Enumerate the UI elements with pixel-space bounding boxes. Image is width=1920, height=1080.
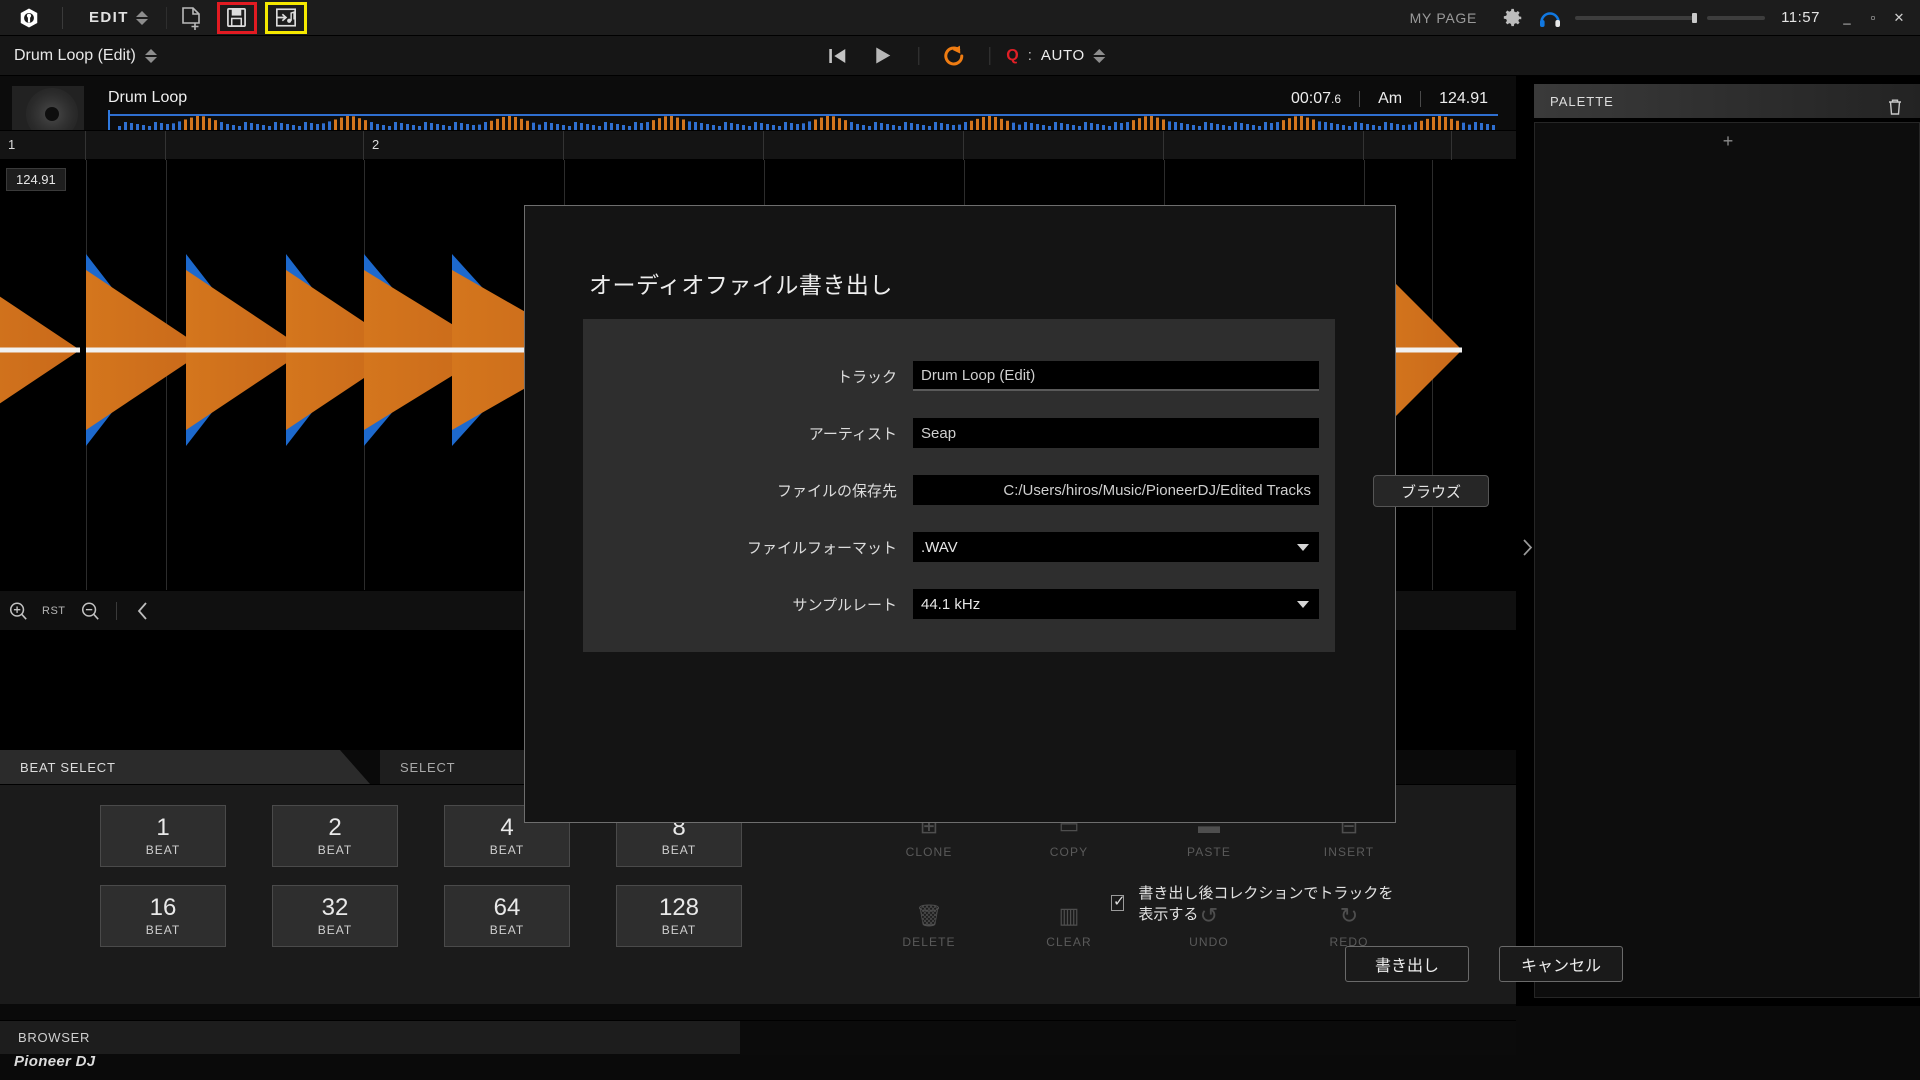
- artist-input[interactable]: [913, 418, 1319, 448]
- rekordbox-edit-window: EDIT MY PAGE 11:57 _ ▫ ✕ Drum Loop (Edit…: [0, 0, 1920, 1080]
- sample-rate-value: 44.1 kHz: [921, 595, 981, 613]
- cancel-button[interactable]: キャンセル: [1499, 946, 1623, 982]
- file-format-select[interactable]: .WAV: [913, 532, 1319, 562]
- dialog-title: オーディオファイル書き出し: [589, 272, 893, 298]
- save-location-input[interactable]: [913, 475, 1319, 505]
- audio-export-dialog: オーディオファイル書き出し トラック アーティスト ファイルの保存先 ブラウズ …: [524, 205, 1623, 982]
- sample-rate-label: サンプルレート: [792, 596, 897, 614]
- checkbox-box[interactable]: [1111, 892, 1126, 911]
- checkbox-label: 書き出し後コレクションでトラックを表示する: [1138, 885, 1394, 923]
- save-location-label: ファイルの保存先: [776, 482, 897, 500]
- form-row-samplerate: サンプルレート 44.1 kHz: [583, 589, 1319, 619]
- artist-field-label: アーティスト: [808, 425, 897, 443]
- dialog-buttons: 書き出し キャンセル: [1345, 946, 1623, 982]
- file-format-value: .WAV: [921, 538, 958, 556]
- browse-button[interactable]: ブラウズ: [1373, 475, 1489, 507]
- form-row-artist: アーティスト: [583, 418, 1319, 448]
- chevron-down-icon: [1297, 601, 1309, 608]
- track-field-label: トラック: [836, 368, 897, 386]
- show-in-collection-checkbox[interactable]: 書き出し後コレクションでトラックを表示する: [1111, 882, 1395, 924]
- chevron-down-icon: [1297, 544, 1309, 551]
- form-row-track: トラック: [583, 361, 1319, 391]
- export-button[interactable]: 書き出し: [1345, 946, 1469, 982]
- form-row-format: ファイルフォーマット .WAV: [583, 532, 1319, 562]
- export-form: トラック アーティスト ファイルの保存先 ブラウズ ファイルフォーマット .WA…: [583, 319, 1489, 652]
- track-input[interactable]: [913, 361, 1319, 391]
- form-row-path: ファイルの保存先 ブラウズ: [583, 475, 1489, 507]
- sample-rate-select[interactable]: 44.1 kHz: [913, 589, 1319, 619]
- file-format-label: ファイルフォーマット: [746, 539, 897, 557]
